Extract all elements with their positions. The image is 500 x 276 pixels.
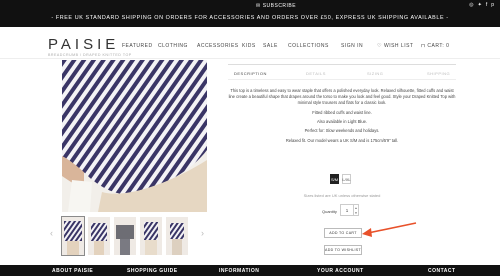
- quantity-stepper[interactable]: ▲ ▼: [354, 204, 359, 216]
- thumbnail-4[interactable]: [140, 217, 162, 255]
- thumbnail-3[interactable]: [114, 217, 136, 255]
- thumbnail-2[interactable]: [88, 217, 110, 255]
- nav-clothing[interactable]: CLOTHING: [158, 43, 188, 49]
- heart-icon: ♡: [377, 43, 382, 49]
- nav-collections[interactable]: COLLECTIONS: [288, 43, 329, 49]
- header-divider: [0, 58, 500, 59]
- size-option-lxl[interactable]: L/XL: [342, 174, 351, 184]
- chevron-up-icon[interactable]: ▲: [355, 206, 358, 210]
- thumbnail-5[interactable]: [166, 217, 188, 255]
- announcement-bar: ✉ SUBSCRIBE ◎ ✦ f p - FREE UK STANDARD S…: [0, 0, 500, 27]
- pinterest-icon[interactable]: p: [491, 2, 494, 8]
- size-selector: S/M L/XL: [330, 174, 351, 184]
- cart-icon: ⊓: [421, 43, 426, 49]
- tab-shipping[interactable]: SHIPPING: [427, 71, 450, 76]
- tab-description[interactable]: DESCRIPTION: [234, 71, 267, 76]
- chevron-down-icon[interactable]: ▼: [355, 211, 358, 215]
- nav-kids[interactable]: KIDS: [242, 43, 256, 49]
- description-line: Also available in Light Blue.: [316, 118, 368, 124]
- size-note: Sizes listed are UK unless otherwise sta…: [303, 193, 381, 198]
- facebook-icon[interactable]: f: [486, 2, 487, 8]
- footer-contact[interactable]: CONTACT: [428, 268, 456, 274]
- footer-information[interactable]: INFORMATION: [219, 268, 259, 274]
- wishlist-link[interactable]: ♡ WISH LIST: [377, 43, 414, 49]
- footer-about[interactable]: ABOUT PAISIE: [52, 268, 93, 274]
- prev-image-arrow[interactable]: ‹: [50, 228, 53, 238]
- description-line: Fitted ribbed cuffs and waist line.: [312, 109, 372, 115]
- cart-link[interactable]: ⊓ CART: 0: [421, 43, 449, 49]
- size-option-sm[interactable]: S/M: [330, 174, 339, 184]
- description-paragraph: This top is a timeless and easy to wear …: [228, 88, 456, 106]
- tabs-top-divider: [228, 64, 456, 65]
- tab-details[interactable]: DETAILS: [306, 71, 326, 76]
- footer-bar: ABOUT PAISIE SHOPPING GUIDE INFORMATION …: [0, 265, 500, 276]
- thumbnail-strip: [61, 216, 188, 256]
- nav-sale[interactable]: SALE: [263, 43, 278, 49]
- next-image-arrow[interactable]: ›: [201, 228, 204, 238]
- add-to-wishlist-button[interactable]: ADD TO WISHLIST: [324, 245, 362, 255]
- description-line: Perfect for: Slow weekends and holidays.: [304, 128, 380, 134]
- add-to-cart-button[interactable]: ADD TO CART: [324, 228, 362, 238]
- tab-sizing[interactable]: SIZING: [367, 71, 383, 76]
- breadcrumb: BREADCRUMB / DRAPED KNITTED TOP: [48, 53, 132, 57]
- subscribe-link[interactable]: ✉ SUBSCRIBE: [256, 3, 296, 9]
- mail-icon: ✉: [256, 3, 261, 9]
- annotation-arrow-icon: [362, 222, 417, 237]
- instagram-icon[interactable]: ◎: [469, 2, 473, 8]
- thumbnail-1[interactable]: [61, 216, 85, 256]
- social-links: ◎ ✦ f p: [469, 2, 494, 8]
- quantity-input[interactable]: 1: [340, 204, 354, 216]
- shipping-promo: - FREE UK STANDARD SHIPPING ON ORDERS FO…: [51, 15, 449, 21]
- footer-shopping-guide[interactable]: SHOPPING GUIDE: [127, 268, 178, 274]
- nav-accessories[interactable]: ACCESSORIES: [197, 43, 239, 49]
- description-line: Relaxed fit. Our model wears a UK S/M an…: [285, 137, 399, 143]
- site-logo[interactable]: PAISIE: [48, 36, 119, 53]
- product-image[interactable]: [62, 60, 207, 212]
- nav-featured[interactable]: FEATURED: [122, 43, 153, 49]
- sign-in-link[interactable]: SIGN IN: [341, 43, 363, 49]
- quantity-label: Quantity: [322, 209, 337, 214]
- product-description: This top is a timeless and easy to wear …: [228, 88, 456, 147]
- twitter-icon[interactable]: ✦: [478, 2, 482, 8]
- tabs-divider: [228, 79, 456, 80]
- footer-your-account[interactable]: YOUR ACCOUNT: [317, 268, 364, 274]
